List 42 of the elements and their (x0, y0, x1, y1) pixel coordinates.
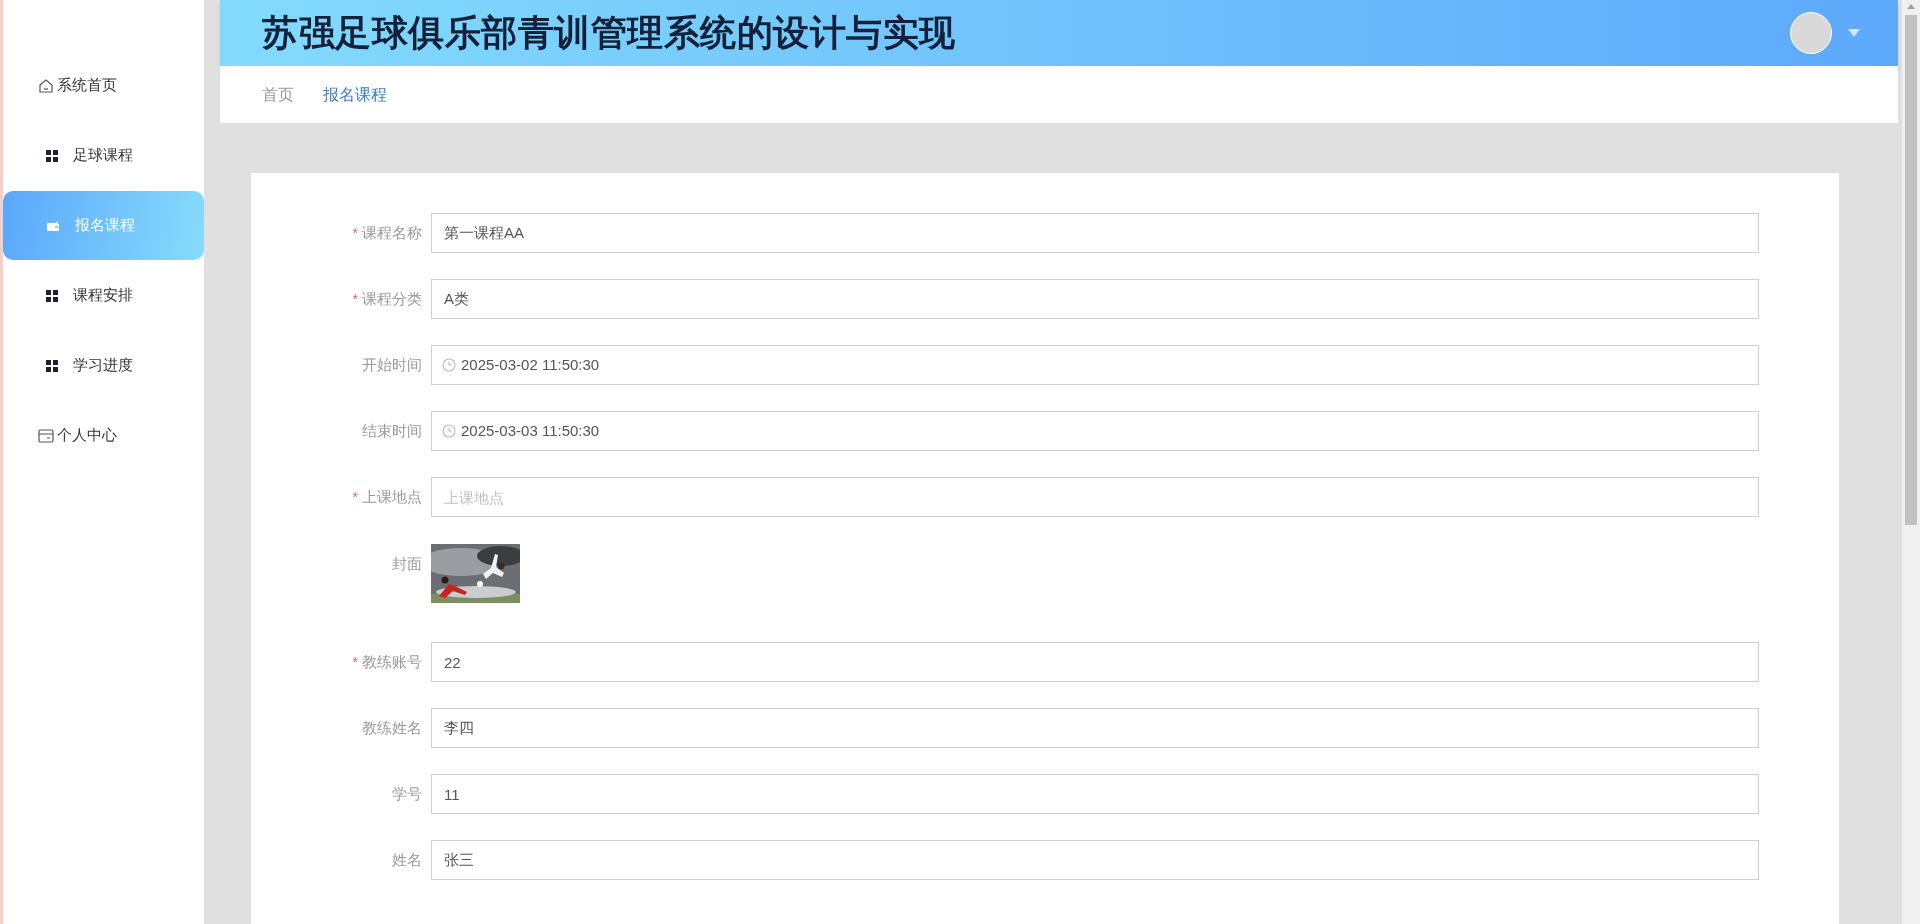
field-label: 姓名 (392, 849, 422, 870)
field-label: 课程分类 (362, 288, 422, 309)
card-icon (38, 428, 54, 443)
grid-icon (46, 149, 58, 162)
clock-icon (442, 424, 456, 438)
field-label: 开始时间 (362, 354, 422, 375)
required-mark: * (352, 223, 358, 243)
input-field[interactable]: 22 (431, 642, 1759, 682)
input-field[interactable]: A类 (431, 279, 1759, 319)
required-mark: * (352, 652, 358, 672)
wallet-icon (46, 219, 60, 232)
app-title: 苏强足球俱乐部青训管理系统的设计与实现 (262, 11, 956, 55)
home-icon (38, 77, 54, 94)
sidebar-item[interactable]: 个人中心 (3, 401, 204, 470)
scroll-up-icon[interactable] (1907, 4, 1915, 9)
caret-icon[interactable] (1848, 29, 1860, 37)
input-field[interactable]: 上课地点 (431, 477, 1759, 517)
input-field[interactable]: 李四 (431, 708, 1759, 748)
input-field[interactable]: 张三 (431, 840, 1759, 880)
field-label: 教练账号 (362, 651, 422, 672)
datetime-field[interactable]: 2025-03-02 11:50:30 (431, 345, 1759, 385)
field-label: 教练姓名 (362, 717, 422, 738)
field-label: 学号 (392, 783, 422, 804)
field-label: 课程名称 (362, 222, 422, 243)
input-field[interactable]: 11 (431, 774, 1759, 814)
sidebar-item[interactable]: 学习进度 (3, 331, 204, 400)
field-label: 封面 (392, 554, 422, 574)
sidebar-item[interactable]: 系统首页 (3, 51, 204, 120)
grid-icon (46, 359, 58, 372)
datetime-field[interactable]: 2025-03-03 11:50:30 (431, 411, 1759, 451)
required-mark: * (352, 289, 358, 309)
sidebar-item[interactable]: 足球课程 (3, 121, 204, 190)
scroll-thumb[interactable] (1905, 15, 1917, 525)
field-label: 结束时间 (362, 420, 422, 441)
input-field[interactable]: 第一课程AA (431, 213, 1759, 253)
field-label: 上课地点 (362, 486, 422, 507)
sidebar-item[interactable]: 课程安排 (3, 261, 204, 330)
avatar[interactable] (1790, 12, 1832, 54)
clock-icon (442, 358, 456, 372)
breadcrumb-link[interactable]: 报名课程 (323, 82, 387, 107)
grid-icon (46, 289, 58, 302)
required-mark: * (352, 487, 358, 507)
